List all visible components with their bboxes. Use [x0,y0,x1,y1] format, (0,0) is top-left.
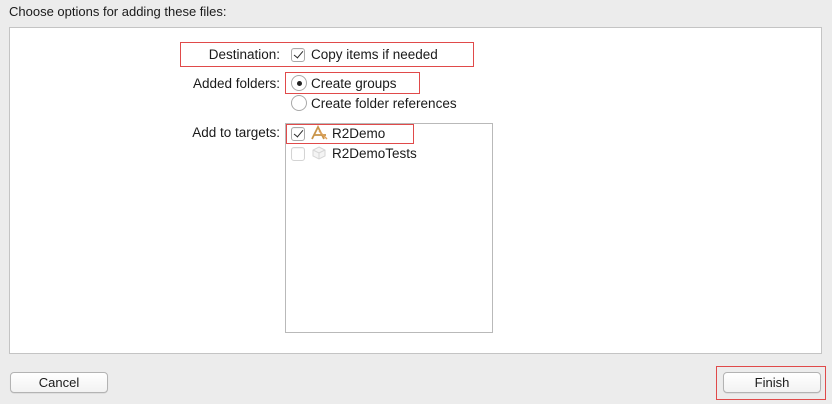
destination-label: Destination: [208,47,280,62]
add-to-targets-label: Add to targets: [192,125,280,140]
create-folder-references-label[interactable]: Create folder references [311,96,457,111]
test-bundle-icon [311,145,327,161]
copy-items-label[interactable]: Copy items if needed [311,47,438,62]
r2demotests-target-checkbox[interactable] [291,147,305,161]
app-target-icon [310,124,328,141]
create-groups-radio[interactable] [291,75,307,91]
r2demo-target-checkbox[interactable] [291,127,305,141]
dialog-header: Choose options for adding these files: [9,4,227,19]
r2demo-target-label[interactable]: R2Demo [332,126,385,141]
create-groups-label[interactable]: Create groups [311,76,397,91]
added-folders-label: Added folders: [192,76,280,91]
create-folder-references-radio[interactable] [291,95,307,111]
cancel-button[interactable]: Cancel [10,372,108,393]
finish-button[interactable]: Finish [723,372,821,393]
copy-items-checkbox[interactable] [291,48,305,62]
add-files-dialog: Choose options for adding these files: D… [0,0,832,404]
r2demotests-target-label[interactable]: R2DemoTests [332,146,417,161]
options-panel: Destination: Copy items if needed Added … [9,27,822,354]
